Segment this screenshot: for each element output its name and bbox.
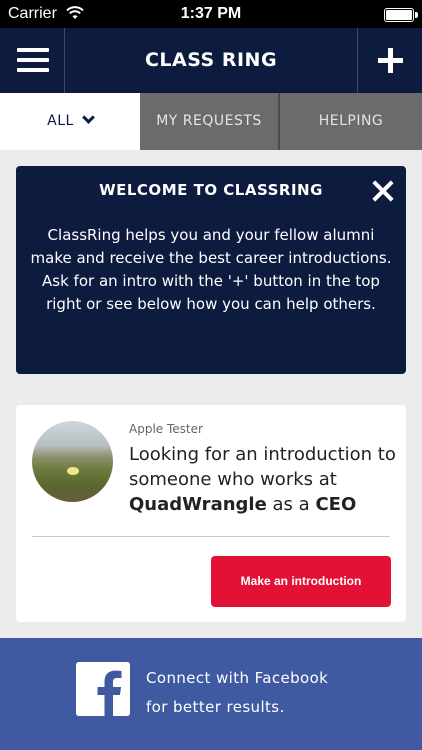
filter-tabs: ALL MY REQUESTS HELPING [0, 93, 422, 150]
request-role: CEO [315, 494, 357, 515]
close-icon[interactable] [372, 180, 394, 202]
welcome-panel: WELCOME TO CLASSRING ClassRing helps you… [16, 166, 406, 374]
clock-time: 1:37 PM [180, 5, 242, 22]
facebook-connect-text: Connect with Facebook for better results… [146, 664, 328, 722]
request-text-middle: as a [272, 494, 310, 515]
request-text-prefix: Looking for an introduction to someone w… [129, 444, 396, 490]
plus-icon[interactable] [357, 28, 422, 93]
request-description: Looking for an introduction to someone w… [129, 442, 399, 517]
facebook-icon [76, 662, 130, 716]
hamburger-menu-icon[interactable] [0, 28, 65, 93]
welcome-body: ClassRing helps you and your fellow alum… [30, 226, 392, 313]
chevron-down-icon [81, 111, 95, 124]
request-company: QuadWrangle [129, 494, 267, 515]
avatar [32, 421, 113, 502]
facebook-line-1: Connect with Facebook [146, 669, 329, 687]
facebook-line-2: for better results. [146, 698, 285, 716]
introduction-request-card: Apple Tester Looking for an introduction… [16, 405, 406, 622]
tab-helping[interactable]: HELPING [280, 93, 422, 150]
tab-my-requests[interactable]: MY REQUESTS [140, 93, 280, 150]
facebook-connect-banner[interactable]: Connect with Facebook for better results… [0, 638, 422, 750]
navigation-bar: CLASS RING [0, 28, 422, 93]
tab-all[interactable]: ALL [0, 93, 140, 150]
tab-all-label: ALL [47, 113, 74, 129]
requester-name: Apple Tester [129, 422, 203, 436]
status-bar: Carrier 1:37 PM [0, 0, 422, 28]
app-title: CLASS RING [144, 49, 278, 71]
make-introduction-button[interactable]: Make an introduction [211, 556, 391, 607]
battery-icon [384, 8, 418, 22]
welcome-title: WELCOME TO CLASSRING [99, 181, 323, 199]
divider [32, 536, 390, 537]
